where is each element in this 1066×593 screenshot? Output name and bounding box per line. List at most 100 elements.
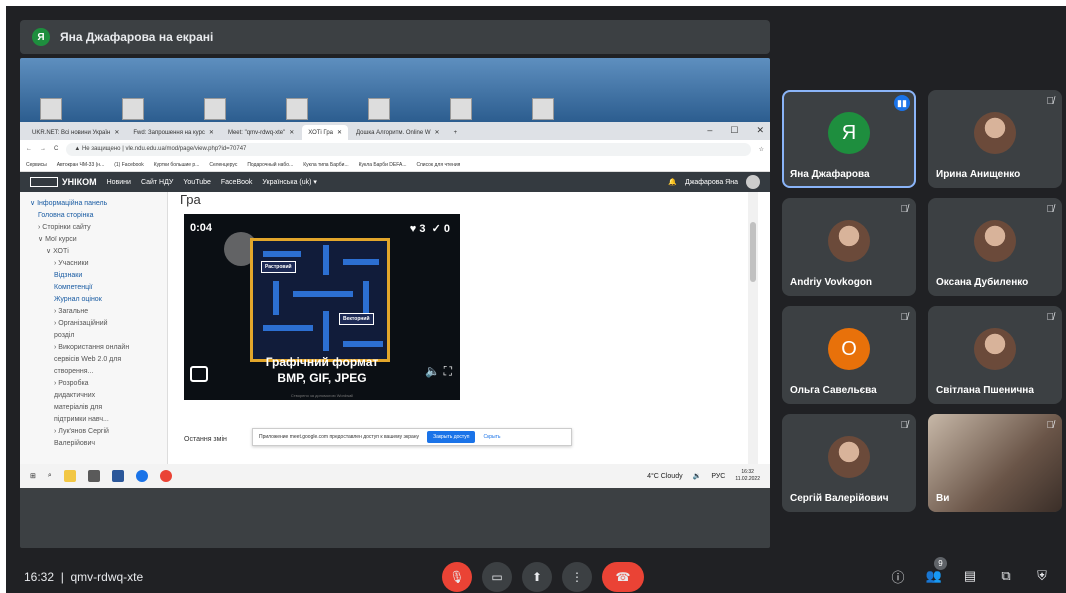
forward-icon[interactable]: → xyxy=(40,146,46,152)
windows-start-icon[interactable]: ⊞ xyxy=(30,472,36,480)
answer-label[interactable]: Растровий xyxy=(261,261,296,273)
site-nav-link[interactable]: YouTube xyxy=(183,179,211,186)
camera-icon: ▭ xyxy=(491,570,503,584)
participant-tile[interactable]: 🎙̸ Світлана Пшенична xyxy=(928,306,1062,404)
chrome-icon[interactable] xyxy=(135,470,148,482)
nav-item[interactable]: › Учасники xyxy=(30,258,167,270)
nav-item[interactable]: › Організаційний розділ xyxy=(30,318,130,342)
reload-icon[interactable]: C xyxy=(54,146,58,152)
bookmark[interactable]: Кукла Барби DEFA... xyxy=(359,162,407,168)
page-scrollbar[interactable] xyxy=(748,192,758,464)
participant-photo xyxy=(974,220,1016,263)
browser-tab-active[interactable]: ХОТі Гра ✕ xyxy=(302,125,349,140)
meeting-time: 16:32 xyxy=(24,570,55,584)
desktop-icon xyxy=(450,98,472,120)
new-tab-button[interactable]: + xyxy=(447,125,464,140)
info-icon: ⓘ xyxy=(891,569,905,585)
participant-tile[interactable]: 🎙̸ Оксана Дубиленко xyxy=(928,198,1062,296)
back-icon[interactable]: ← xyxy=(26,146,32,152)
nav-item[interactable]: ∨ Інформаційна панель xyxy=(30,198,167,210)
camera-button[interactable]: ▭ xyxy=(482,562,512,592)
participant-tile[interactable]: ▮▮ Я Яна Джафарова xyxy=(782,90,916,188)
shared-screen: UKR.NET: Всі новини Україн ✕ Fwd: Запрош… xyxy=(20,58,770,548)
game-embed[interactable]: 0:04 ♥ 3 ✓ 0 Растровий Векторний Графічн… xyxy=(184,214,460,400)
participant-tile[interactable]: 🎙̸ Ирина Анищенко xyxy=(928,90,1062,188)
bookmark[interactable]: Сервисы xyxy=(26,162,47,168)
meeting-details-button[interactable]: ⓘ xyxy=(888,566,908,586)
site-nav-link[interactable]: Сайт НДУ xyxy=(141,179,173,186)
explorer-icon[interactable] xyxy=(63,470,76,482)
bookmark[interactable]: Селенцерус xyxy=(209,162,237,168)
taskbar-clock[interactable]: 16:32 11.02.2022 xyxy=(735,469,760,483)
chrome-window-icon[interactable] xyxy=(159,470,172,482)
mic-off-button[interactable]: 🎙 xyxy=(442,562,472,592)
calculator-icon[interactable] xyxy=(87,470,100,482)
mic-off-icon: 🎙̸ xyxy=(900,420,909,431)
language-indicator[interactable]: РУС xyxy=(711,473,725,480)
end-call-button[interactable]: ☎ xyxy=(602,562,644,592)
nav-item[interactable]: ∨ ХОТі xyxy=(30,246,167,258)
game-menu-icon[interactable] xyxy=(190,366,208,382)
user-name[interactable]: Джафарова Яна xyxy=(685,179,738,186)
present-button[interactable]: ⬆ xyxy=(522,562,552,592)
browser-tab[interactable]: Дошка Алгоритм. Online W ✕ xyxy=(350,125,446,140)
browser-tab[interactable]: Fwd: Запрошення на курс ✕ xyxy=(127,125,220,140)
nav-item[interactable]: › Розробка дидактичних матеріалів для пі… xyxy=(30,378,130,426)
nav-item[interactable]: Журнал оцінок xyxy=(30,294,167,306)
sound-icon[interactable]: 🔈 xyxy=(425,364,440,378)
star-icon[interactable]: ☆ xyxy=(759,146,764,153)
people-button[interactable]: 👥 9 xyxy=(924,557,947,586)
volume-icon[interactable]: 🔉 xyxy=(693,472,702,480)
url-field[interactable]: ▲ Не защищено | vle.ndu.edu.ua/mod/page/… xyxy=(66,142,751,156)
more-options-button[interactable]: ⋮ xyxy=(562,562,592,592)
browser-tab[interactable]: Meet: "qmv-rdwq-xte" ✕ xyxy=(221,125,301,140)
bookmark[interactable]: (1) Facebook xyxy=(114,162,143,168)
fullscreen-icon[interactable]: ⛶ xyxy=(444,364,452,378)
desktop-icon xyxy=(204,98,226,120)
nav-item[interactable]: › Використання онлайн сервісів Web 2.0 д… xyxy=(30,342,130,378)
nav-item[interactable]: ∨ Мої курси xyxy=(30,234,167,246)
bookmark[interactable]: Куртки большие р... xyxy=(154,162,200,168)
desktop-icon xyxy=(40,98,62,120)
self-video-tile[interactable]: 🎙̸ Ви xyxy=(928,414,1062,512)
host-controls-button[interactable]: ⛨ xyxy=(1032,566,1052,586)
bookmark[interactable]: Список для чтения xyxy=(416,162,460,168)
minimize-icon[interactable]: – xyxy=(707,125,712,136)
desktop-icon xyxy=(122,98,144,120)
maximize-icon[interactable]: ☐ xyxy=(730,125,738,136)
site-nav-link[interactable]: FaceBook xyxy=(221,179,253,186)
nav-item[interactable]: Відзнаки xyxy=(30,270,167,282)
chat-button[interactable]: ▤ xyxy=(960,566,980,586)
close-icon[interactable]: ✕ xyxy=(756,125,764,136)
bookmark[interactable]: Автокран ЧМ-33 (н... xyxy=(57,162,105,168)
participant-photo xyxy=(974,328,1016,371)
activities-button[interactable]: ⧉ xyxy=(996,566,1016,586)
stop-sharing-button[interactable]: Закрыть доступ xyxy=(427,431,476,443)
user-avatar[interactable] xyxy=(746,175,760,189)
participant-tile[interactable]: 🎙̸ Сергій Валерійович xyxy=(782,414,916,512)
site-nav-link[interactable]: Новини xyxy=(107,179,131,186)
page-title: Гра xyxy=(180,192,201,207)
end-call-icon: ☎ xyxy=(615,570,631,584)
main-area: Гра 0:04 ♥ 3 ✓ 0 Растровий Векторний Гра… xyxy=(168,192,758,464)
bookmark[interactable]: Подарочный набо... xyxy=(247,162,293,168)
weather-text[interactable]: 4°C Cloudy xyxy=(647,473,682,480)
site-nav-link[interactable]: Українська (uk) ▾ xyxy=(262,178,317,186)
browser-tab[interactable]: UKR.NET: Всі новини Україн ✕ xyxy=(26,125,126,140)
answer-label[interactable]: Векторний xyxy=(339,313,374,325)
participant-tile[interactable]: 🎙̸ Andriy Vovkogon xyxy=(782,198,916,296)
participant-tile[interactable]: 🎙̸ О Ольга Савельєва xyxy=(782,306,916,404)
bell-icon[interactable]: 🔔 xyxy=(668,178,677,186)
search-icon[interactable]: ⌕ xyxy=(48,472,52,480)
site-logo[interactable]: УНІКОМ xyxy=(30,177,97,187)
nav-item[interactable]: Головна сторінка xyxy=(30,210,167,222)
nav-item[interactable]: Компетенції xyxy=(30,282,167,294)
hide-notice-button[interactable]: Скрыть xyxy=(483,434,500,440)
nav-item[interactable]: › Лук'янов Сергій Валерійович xyxy=(30,426,130,450)
word-icon[interactable] xyxy=(111,470,124,482)
people-count-badge: 9 xyxy=(934,557,947,570)
nav-item[interactable]: › Загальне xyxy=(30,306,167,318)
course-sidenav: ∨ Інформаційна панель Головна сторінка ›… xyxy=(20,192,168,464)
bookmark[interactable]: Кукла типа Барби... xyxy=(303,162,348,168)
nav-item[interactable]: › Сторінки сайту xyxy=(30,222,167,234)
